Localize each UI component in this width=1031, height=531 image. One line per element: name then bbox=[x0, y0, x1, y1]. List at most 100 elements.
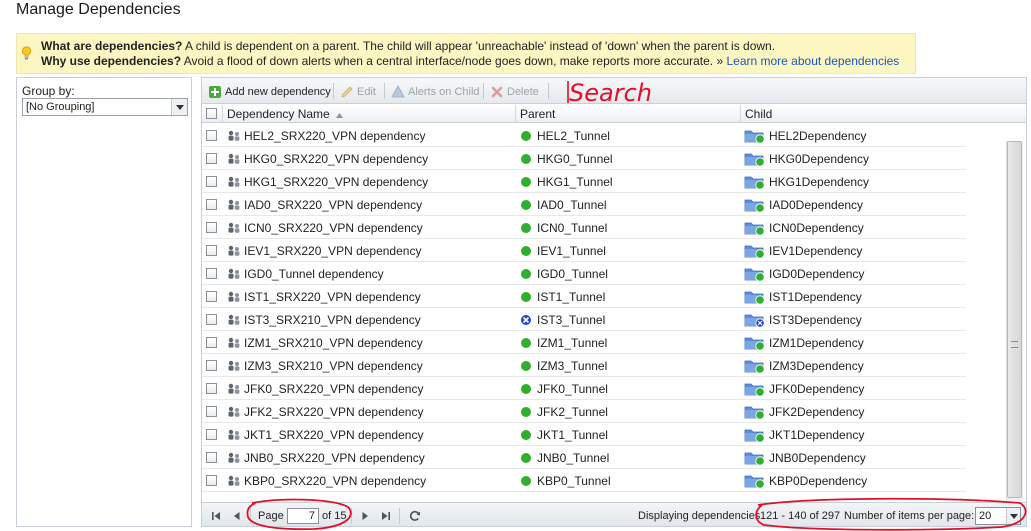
parent-name[interactable]: ICN0_Tunnel bbox=[537, 221, 607, 235]
table-row[interactable]: JKT1_SRX220_VPN dependency JKT1_Tunnel J… bbox=[202, 423, 966, 446]
child-name[interactable]: JFK2Dependency bbox=[769, 405, 864, 419]
dependency-name[interactable]: JFK0_SRX220_VPN dependency bbox=[244, 382, 423, 396]
table-row[interactable]: IEV1_SRX220_VPN dependency IEV1_Tunnel I… bbox=[202, 239, 966, 262]
table-row[interactable]: HEL2_SRX220_VPN dependency HEL2_Tunnel H… bbox=[202, 124, 966, 147]
row-checkbox[interactable] bbox=[206, 222, 217, 233]
page-number-input[interactable]: 7 bbox=[287, 508, 319, 524]
child-name[interactable]: IGD0Dependency bbox=[769, 267, 864, 281]
row-checkbox[interactable] bbox=[206, 130, 217, 141]
row-checkbox[interactable] bbox=[206, 452, 217, 463]
child-name[interactable]: ICN0Dependency bbox=[769, 221, 864, 235]
row-checkbox[interactable] bbox=[206, 153, 217, 164]
learn-more-link[interactable]: Learn more about dependencies bbox=[726, 54, 899, 68]
row-checkbox[interactable] bbox=[206, 360, 217, 371]
table-row[interactable]: JNB0_SRX220_VPN dependency JNB0_Tunnel J… bbox=[202, 446, 966, 469]
child-name[interactable]: JNB0Dependency bbox=[769, 451, 866, 465]
parent-name[interactable]: KBP0_Tunnel bbox=[537, 474, 611, 488]
parent-name[interactable]: JKT1_Tunnel bbox=[537, 428, 608, 442]
table-row[interactable]: ICN0_SRX220_VPN dependency ICN0_Tunnel I… bbox=[202, 216, 966, 239]
column-header-child[interactable]: Child bbox=[745, 107, 772, 121]
dependency-name[interactable]: IAD0_SRX220_VPN dependency bbox=[244, 198, 422, 212]
child-name[interactable]: IEV1Dependency bbox=[769, 244, 862, 258]
child-name[interactable]: IZM1Dependency bbox=[769, 336, 864, 350]
table-row[interactable]: HKG1_SRX220_VPN dependency HKG1_Tunnel H… bbox=[202, 170, 966, 193]
child-name[interactable]: JKT1Dependency bbox=[769, 428, 864, 442]
table-row[interactable]: IZM1_SRX210_VPN dependency IZM1_Tunnel I… bbox=[202, 331, 966, 354]
child-name[interactable]: KBP0Dependency bbox=[769, 474, 867, 488]
table-row[interactable]: IAD0_SRX220_VPN dependency IAD0_Tunnel I… bbox=[202, 193, 966, 216]
alerts-on-child-button[interactable]: Alerts on Child bbox=[391, 84, 480, 100]
parent-name[interactable]: IZM1_Tunnel bbox=[537, 336, 607, 350]
parent-name[interactable]: JFK2_Tunnel bbox=[537, 405, 608, 419]
parent-name[interactable]: IEV1_Tunnel bbox=[537, 244, 606, 258]
dependency-name[interactable]: HEL2_SRX220_VPN dependency bbox=[244, 129, 425, 143]
vertical-scrollbar[interactable] bbox=[966, 141, 1025, 501]
child-name[interactable]: IZM3Dependency bbox=[769, 359, 864, 373]
parent-name[interactable]: JNB0_Tunnel bbox=[537, 451, 609, 465]
dependency-name[interactable]: IEV1_SRX220_VPN dependency bbox=[244, 244, 421, 258]
first-page-icon[interactable] bbox=[209, 509, 223, 523]
row-checkbox[interactable] bbox=[206, 337, 217, 348]
row-checkbox[interactable] bbox=[206, 199, 217, 210]
last-page-icon[interactable] bbox=[379, 509, 393, 523]
dependency-name[interactable]: IZM3_SRX210_VPN dependency bbox=[244, 359, 423, 373]
child-name[interactable]: JFK0Dependency bbox=[769, 382, 864, 396]
row-checkbox[interactable] bbox=[206, 383, 217, 394]
dependency-name[interactable]: IST3_SRX210_VPN dependency bbox=[244, 313, 421, 327]
child-name[interactable]: HKG1Dependency bbox=[769, 175, 869, 189]
child-name[interactable]: IAD0Dependency bbox=[769, 198, 863, 212]
parent-name[interactable]: JFK0_Tunnel bbox=[537, 382, 608, 396]
row-checkbox[interactable] bbox=[206, 245, 217, 256]
dependency-name[interactable]: HKG0_SRX220_VPN dependency bbox=[244, 152, 428, 166]
parent-name[interactable]: HKG1_Tunnel bbox=[537, 175, 613, 189]
child-name[interactable]: HKG0Dependency bbox=[769, 152, 869, 166]
dependency-name[interactable]: IGD0_Tunnel dependency bbox=[244, 267, 384, 281]
dependency-name[interactable]: JNB0_SRX220_VPN dependency bbox=[244, 451, 425, 465]
parent-name[interactable]: IZM3_Tunnel bbox=[537, 359, 607, 373]
items-per-page-select[interactable]: 20 bbox=[975, 507, 1021, 525]
row-checkbox[interactable] bbox=[206, 176, 217, 187]
parent-name[interactable]: IAD0_Tunnel bbox=[537, 198, 607, 212]
row-checkbox[interactable] bbox=[206, 291, 217, 302]
row-checkbox[interactable] bbox=[206, 475, 217, 486]
row-checkbox[interactable] bbox=[206, 314, 217, 325]
table-row[interactable]: KBP0_SRX220_VPN dependency KBP0_Tunnel K… bbox=[202, 469, 966, 492]
parent-name[interactable]: IST1_Tunnel bbox=[537, 290, 605, 304]
table-row[interactable]: IST1_SRX220_VPN dependency IST1_Tunnel I… bbox=[202, 285, 966, 308]
table-row[interactable]: IGD0_Tunnel dependency IGD0_Tunnel IGD0D… bbox=[202, 262, 966, 285]
next-page-icon[interactable] bbox=[358, 509, 372, 523]
parent-name[interactable]: HKG0_Tunnel bbox=[537, 152, 613, 166]
chevron-down-icon[interactable] bbox=[1006, 508, 1020, 524]
previous-page-icon[interactable] bbox=[230, 509, 244, 523]
parent-name[interactable]: IGD0_Tunnel bbox=[537, 267, 608, 281]
child-name[interactable]: HEL2Dependency bbox=[769, 129, 866, 143]
dependency-name[interactable]: ICN0_SRX220_VPN dependency bbox=[244, 221, 423, 235]
table-row[interactable]: JFK0_SRX220_VPN dependency JFK0_Tunnel J… bbox=[202, 377, 966, 400]
edit-button[interactable]: Edit bbox=[340, 84, 376, 100]
group-by-select[interactable]: [No Grouping] bbox=[22, 98, 188, 116]
delete-button[interactable]: Delete bbox=[490, 84, 539, 100]
column-header-dependency-name[interactable]: Dependency Name bbox=[227, 107, 344, 121]
dependency-name[interactable]: JKT1_SRX220_VPN dependency bbox=[244, 428, 423, 442]
parent-name[interactable]: HEL2_Tunnel bbox=[537, 129, 610, 143]
dependency-name[interactable]: HKG1_SRX220_VPN dependency bbox=[244, 175, 428, 189]
dependency-name[interactable]: IST1_SRX220_VPN dependency bbox=[244, 290, 421, 304]
dependency-name[interactable]: JFK2_SRX220_VPN dependency bbox=[244, 405, 423, 419]
table-row[interactable]: IZM3_SRX210_VPN dependency IZM3_Tunnel I… bbox=[202, 354, 966, 377]
scrollbar-thumb[interactable] bbox=[1007, 141, 1022, 498]
chevron-down-icon[interactable] bbox=[171, 99, 187, 115]
column-header-parent[interactable]: Parent bbox=[520, 107, 555, 121]
table-row[interactable]: IST3_SRX210_VPN dependency IST3_Tunnel I… bbox=[202, 308, 966, 331]
dependency-name[interactable]: IZM1_SRX210_VPN dependency bbox=[244, 336, 423, 350]
child-name[interactable]: IST1Dependency bbox=[769, 290, 862, 304]
select-all-checkbox[interactable] bbox=[206, 108, 217, 119]
dependency-name[interactable]: KBP0_SRX220_VPN dependency bbox=[244, 474, 426, 488]
add-dependency-button[interactable]: Add new dependency bbox=[208, 84, 331, 100]
row-checkbox[interactable] bbox=[206, 268, 217, 279]
child-name[interactable]: IST3Dependency bbox=[769, 313, 862, 327]
refresh-icon[interactable] bbox=[408, 509, 422, 523]
table-row[interactable]: HKG0_SRX220_VPN dependency HKG0_Tunnel H… bbox=[202, 147, 966, 170]
table-row[interactable]: JFK2_SRX220_VPN dependency JFK2_Tunnel J… bbox=[202, 400, 966, 423]
parent-name[interactable]: IST3_Tunnel bbox=[537, 313, 605, 327]
row-checkbox[interactable] bbox=[206, 429, 217, 440]
